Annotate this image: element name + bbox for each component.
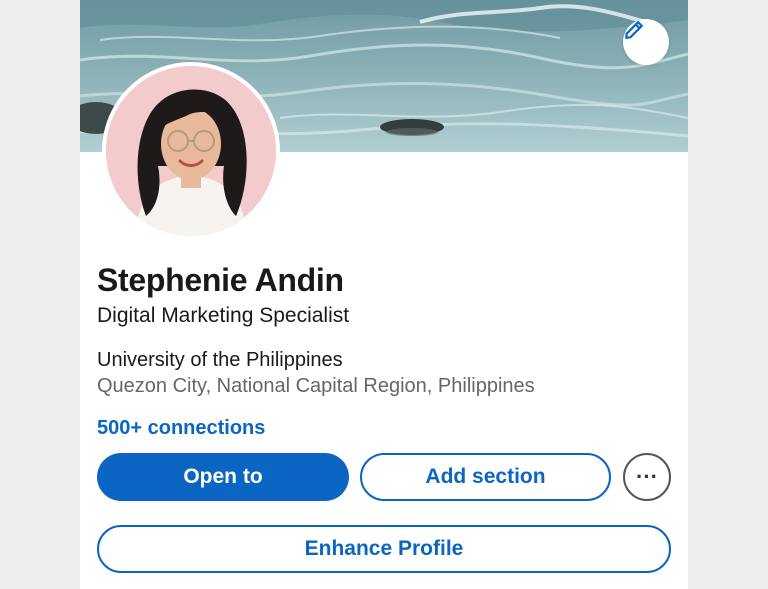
open-to-button[interactable]: Open to [97,453,349,501]
profile-card: Stephenie Andin Digital Marketing Specia… [80,0,688,589]
profile-name: Stephenie Andin [97,262,344,298]
profile-headline: Digital Marketing Specialist [97,304,350,327]
ellipsis-icon: ··· [636,464,658,489]
avatar[interactable] [102,62,280,240]
more-actions-button[interactable]: ··· [623,453,671,501]
open-to-label: Open to [183,465,263,488]
profile-school[interactable]: University of the Philippines [97,349,343,372]
add-section-label: Add section [425,465,546,488]
connections-link[interactable]: 500+ connections [97,417,265,440]
avatar-portrait [106,66,276,236]
pencil-icon [625,21,643,39]
profile-location: Quezon City, National Capital Region, Ph… [97,375,535,397]
enhance-profile-label: Enhance Profile [304,537,464,560]
enhance-profile-button[interactable]: Enhance Profile [97,525,671,573]
add-section-button[interactable]: Add section [360,453,611,501]
edit-cover-button[interactable] [623,19,669,65]
